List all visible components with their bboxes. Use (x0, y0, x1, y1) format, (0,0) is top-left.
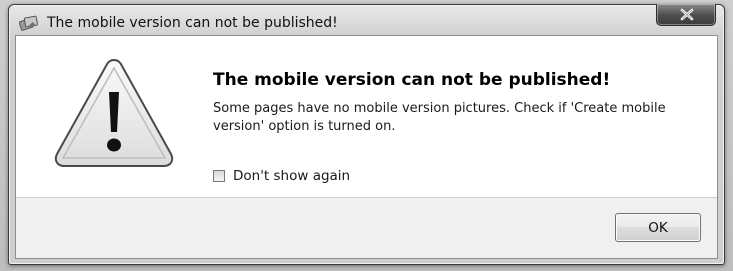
window-title: The mobile version can not be published! (47, 15, 338, 31)
close-icon (680, 8, 694, 21)
close-button[interactable] (656, 4, 716, 26)
dont-show-again-option[interactable]: Don't show again (213, 167, 350, 185)
app-icon (18, 14, 39, 32)
dont-show-again-checkbox[interactable] (213, 170, 225, 182)
dont-show-again-label[interactable]: Don't show again (233, 168, 350, 184)
dialog-heading: The mobile version can not be published! (213, 70, 611, 90)
dialog-button-bar: OK (16, 197, 717, 258)
message-dialog-window: The mobile version can not be published! (8, 4, 725, 265)
dialog-client-area: The mobile version can not be published!… (15, 35, 718, 259)
warning-icon (52, 56, 176, 170)
dialog-content: The mobile version can not be published!… (16, 36, 717, 197)
ok-button[interactable]: OK (615, 213, 701, 242)
dialog-message: Some pages have no mobile version pictur… (213, 101, 666, 134)
